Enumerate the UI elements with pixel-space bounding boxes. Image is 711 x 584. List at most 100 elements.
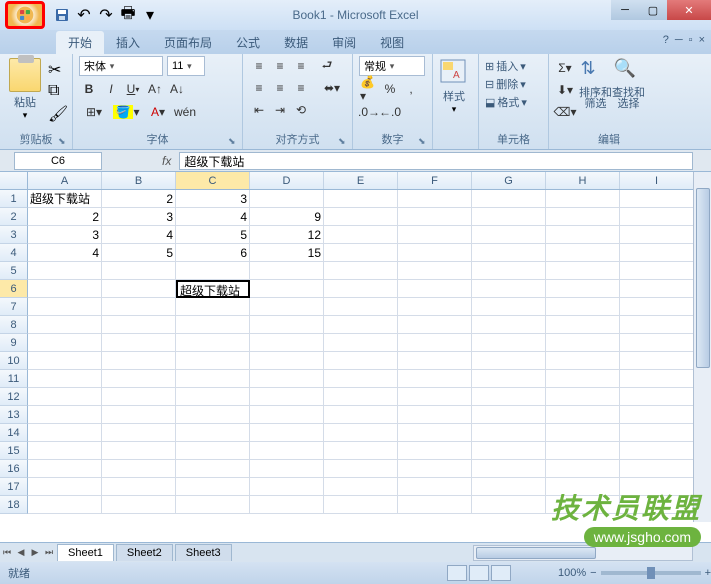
col-header-A[interactable]: A <box>28 172 102 189</box>
page-layout-view-button[interactable] <box>469 565 489 581</box>
row-header-1[interactable]: 1 <box>0 190 28 208</box>
align-center-button[interactable]: ≡ <box>270 78 290 98</box>
cell-F3[interactable] <box>398 226 472 244</box>
zoom-out-button[interactable]: − <box>590 567 596 579</box>
cell-E8[interactable] <box>324 316 398 334</box>
tab-6[interactable]: 视图 <box>368 31 416 54</box>
cell-G6[interactable] <box>472 280 546 298</box>
wrap-text-button[interactable]: ⮐ <box>317 56 337 76</box>
cell-B8[interactable] <box>102 316 176 334</box>
cell-E15[interactable] <box>324 442 398 460</box>
cell-G5[interactable] <box>472 262 546 280</box>
row-header-17[interactable]: 17 <box>0 478 28 496</box>
align-bottom-button[interactable]: ≡ <box>291 56 311 76</box>
cell-F14[interactable] <box>398 424 472 442</box>
cell-C13[interactable] <box>176 406 250 424</box>
cell-E13[interactable] <box>324 406 398 424</box>
cell-D17[interactable] <box>250 478 324 496</box>
tab-2[interactable]: 页面布局 <box>152 31 224 54</box>
paste-button[interactable]: 粘贴 ▾ <box>6 56 44 131</box>
cell-G2[interactable] <box>472 208 546 226</box>
cell-F4[interactable] <box>398 244 472 262</box>
italic-button[interactable]: I <box>101 79 121 99</box>
row-header-10[interactable]: 10 <box>0 352 28 370</box>
cell-A9[interactable] <box>28 334 102 352</box>
cell-H14[interactable] <box>546 424 620 442</box>
zoom-in-button[interactable]: + <box>705 567 711 579</box>
cell-E14[interactable] <box>324 424 398 442</box>
tab-0[interactable]: 开始 <box>56 31 104 54</box>
cell-G4[interactable] <box>472 244 546 262</box>
cell-I16[interactable] <box>620 460 694 478</box>
cell-B3[interactable]: 4 <box>102 226 176 244</box>
cell-C3[interactable]: 5 <box>176 226 250 244</box>
cell-G3[interactable] <box>472 226 546 244</box>
cell-C12[interactable] <box>176 388 250 406</box>
format-painter-icon[interactable]: 🖌 <box>48 104 66 122</box>
row-header-12[interactable]: 12 <box>0 388 28 406</box>
cell-B18[interactable] <box>102 496 176 514</box>
cell-C11[interactable] <box>176 370 250 388</box>
close-button[interactable]: ✕ <box>667 0 711 20</box>
tab-4[interactable]: 数据 <box>272 31 320 54</box>
cell-I13[interactable] <box>620 406 694 424</box>
col-header-E[interactable]: E <box>324 172 398 189</box>
decrease-decimal-button[interactable]: ←.0 <box>380 102 400 122</box>
cell-H2[interactable] <box>546 208 620 226</box>
cell-F13[interactable] <box>398 406 472 424</box>
restore-window-icon[interactable]: ▫ <box>689 34 693 46</box>
cell-D16[interactable] <box>250 460 324 478</box>
cell-F17[interactable] <box>398 478 472 496</box>
cell-A13[interactable] <box>28 406 102 424</box>
col-header-B[interactable]: B <box>102 172 176 189</box>
clipboard-launcher[interactable]: ⬊ <box>58 136 70 148</box>
cell-F7[interactable] <box>398 298 472 316</box>
cell-C17[interactable] <box>176 478 250 496</box>
cell-H8[interactable] <box>546 316 620 334</box>
cell-G16[interactable] <box>472 460 546 478</box>
cell-C16[interactable] <box>176 460 250 478</box>
insert-cells-button[interactable]: ⊞ 插入 ▾ <box>485 58 542 74</box>
col-header-C[interactable]: C <box>176 172 250 189</box>
cell-H13[interactable] <box>546 406 620 424</box>
col-header-D[interactable]: D <box>250 172 324 189</box>
cell-G11[interactable] <box>472 370 546 388</box>
cell-C4[interactable]: 6 <box>176 244 250 262</box>
cell-I3[interactable] <box>620 226 694 244</box>
cell-C1[interactable]: 3 <box>176 190 250 208</box>
cell-I10[interactable] <box>620 352 694 370</box>
cell-B1[interactable]: 2 <box>102 190 176 208</box>
cell-H17[interactable] <box>546 478 620 496</box>
cell-C18[interactable] <box>176 496 250 514</box>
cell-A6[interactable] <box>28 280 102 298</box>
orientation-button[interactable]: ⟲ <box>291 100 311 120</box>
increase-indent-button[interactable]: ⇥ <box>270 100 290 120</box>
row-header-6[interactable]: 6 <box>0 280 28 298</box>
cell-C10[interactable] <box>176 352 250 370</box>
name-box[interactable]: C6 <box>14 152 102 170</box>
cell-H1[interactable] <box>546 190 620 208</box>
row-header-18[interactable]: 18 <box>0 496 28 514</box>
sheet-nav-first[interactable]: ⏮ <box>1 545 13 561</box>
cell-C6[interactable]: 超级下载站 <box>176 280 250 298</box>
font-size-combo[interactable]: 11▾ <box>167 56 205 76</box>
close-workbook-icon[interactable]: × <box>699 34 705 46</box>
cell-E10[interactable] <box>324 352 398 370</box>
cell-A10[interactable] <box>28 352 102 370</box>
underline-button[interactable]: U▾ <box>123 79 143 99</box>
delete-cells-button[interactable]: ⊟ 删除 ▾ <box>485 76 542 92</box>
cell-G9[interactable] <box>472 334 546 352</box>
cell-B5[interactable] <box>102 262 176 280</box>
cell-D4[interactable]: 15 <box>250 244 324 262</box>
cell-F11[interactable] <box>398 370 472 388</box>
cell-C8[interactable] <box>176 316 250 334</box>
cell-A4[interactable]: 4 <box>28 244 102 262</box>
cell-H10[interactable] <box>546 352 620 370</box>
cell-C7[interactable] <box>176 298 250 316</box>
cell-F10[interactable] <box>398 352 472 370</box>
office-button[interactable] <box>5 1 45 29</box>
cell-G14[interactable] <box>472 424 546 442</box>
shrink-font-button[interactable]: A↓ <box>167 79 187 99</box>
cell-styles-button[interactable]: A 样式 ▾ <box>439 56 469 131</box>
sum-button[interactable]: Σ▾ <box>555 58 575 78</box>
